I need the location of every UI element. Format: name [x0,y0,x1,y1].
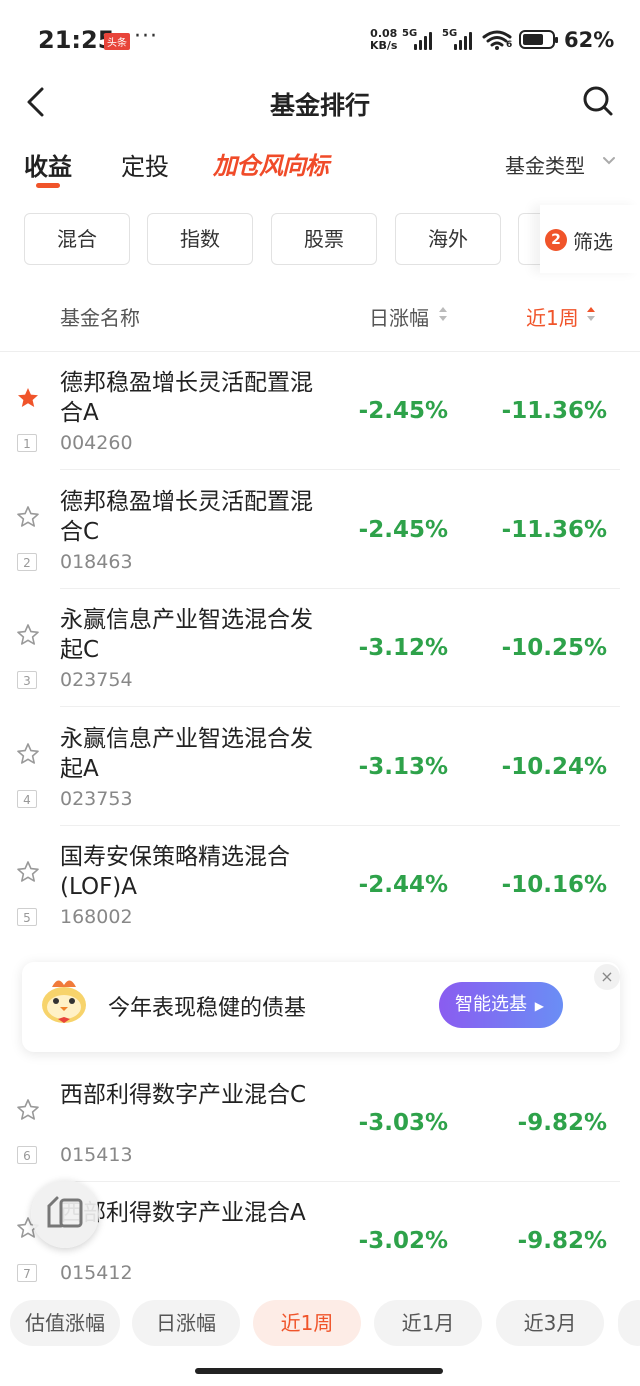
favorite-star-icon[interactable] [16,386,40,410]
fund-row[interactable]: 3 永赢信息产业智选混合发起C 023754 -3.12% -10.25% [0,589,640,707]
floating-window-button[interactable] [31,1180,99,1248]
rank-badge: 1 [17,434,37,452]
filter-count-badge: 2 [545,229,567,251]
pill-month[interactable]: 近1月 [374,1300,482,1346]
fund-code: 018463 [60,551,133,573]
status-time: 21:25 [38,26,115,54]
fund-code: 168002 [60,906,133,928]
fund-row[interactable]: 6 西部利得数字产业混合C 015413 -3.03% -9.82% [0,1064,640,1182]
daily-change-value: -2.45% [358,398,448,424]
news-app-badge: 头条 [104,33,130,50]
floating-window-icon [47,1196,83,1228]
week-change-value: -10.24% [501,754,607,780]
pill-3months[interactable]: 近3月 [496,1300,604,1346]
smart-select-label: 智能选基 [455,994,527,1015]
filter-button[interactable]: 筛选 [573,226,613,255]
network-speed-unit: KB/s [370,39,398,52]
chip-mixed[interactable]: 混合 [24,213,130,265]
daily-change-value: -2.45% [358,517,448,543]
status-bar: 21:25 头条 ··· 0.08 KB/s 5G 5G 6 62% [0,0,640,78]
favorite-star-icon[interactable] [16,1098,40,1122]
rank-badge: 6 [17,1146,37,1164]
battery-icon [519,30,558,49]
home-indicator[interactable] [195,1368,443,1374]
week-change-value: -11.36% [501,517,607,543]
week-change-value: -9.82% [517,1110,607,1136]
fund-name: 西部利得数字产业混合A [60,1200,306,1226]
rank-badge: 7 [17,1264,37,1282]
favorite-star-icon[interactable] [16,623,40,647]
chip-stock[interactable]: 股票 [271,213,377,265]
signal-bars-1-icon [414,30,436,50]
play-arrow-icon: ▶ [534,999,544,1013]
column-week-change[interactable]: 近1周 [526,302,579,331]
fund-code: 004260 [60,432,133,454]
favorite-star-icon[interactable] [16,860,40,884]
fund-code: 015412 [60,1262,133,1284]
fund-code: 015413 [60,1144,133,1166]
daily-change-value: -3.12% [358,635,448,661]
daily-change-value: -2.44% [358,872,448,898]
column-fund-name: 基金名称 [60,306,140,330]
favorite-star-icon[interactable] [16,505,40,529]
pill-daily-change[interactable]: 日涨幅 [132,1300,240,1346]
chip-overseas[interactable]: 海外 [395,213,501,265]
daily-change-value: -3.03% [358,1110,448,1136]
fund-name: 永赢信息产业智选混合发起A [60,726,313,782]
week-change-value: -10.16% [501,872,607,898]
wifi-number: 6 [506,40,513,50]
week-change-value: -11.36% [501,398,607,424]
mascot-icon [42,980,86,1023]
fund-row[interactable]: 1 德邦稳盈增长灵活配置混合A 004260 -2.45% -11.36% [0,352,640,470]
fund-name: 德邦稳盈增长灵活配置混合C [60,489,313,545]
row-divider [60,706,620,707]
rank-badge: 2 [17,553,37,571]
week-change-value: -9.82% [517,1228,607,1254]
daily-change-value: -3.13% [358,754,448,780]
fund-code: 023753 [60,788,133,810]
smart-select-button[interactable]: 智能选基 ▶ [439,982,563,1028]
rank-badge: 3 [17,671,37,689]
promo-text: 今年表现稳健的债基 [108,996,307,1021]
page-title: 基金排行 [269,91,370,120]
battery-percent: 62% [564,28,615,52]
fund-name: 德邦稳盈增长灵活配置混合A [60,370,313,426]
favorite-star-icon[interactable] [16,742,40,766]
pill-week[interactable]: 近1周 [253,1300,361,1346]
column-daily-change[interactable]: 日涨幅 [369,302,429,331]
row-divider [60,469,620,470]
chevron-down-icon [603,157,615,165]
fund-code: 023754 [60,669,133,691]
more-notifications-icon: ··· [134,24,158,49]
fund-name: 永赢信息产业智选混合发起C [60,607,313,663]
fund-row[interactable]: 5 国寿安保策略精选混合(LOF)A 168002 -2.44% -10.16% [0,826,640,944]
sort-week-icon[interactable] [586,306,596,322]
search-icon[interactable] [582,85,614,117]
network-speed: 0.08 KB/s [370,28,397,52]
rank-badge: 5 [17,908,37,926]
tab-auto-invest[interactable]: 定投 [121,147,169,182]
active-tab-indicator [36,183,60,188]
signal-bars-2-icon [454,30,476,50]
tab-returns[interactable]: 收益 [24,147,72,182]
fund-row[interactable]: 2 德邦稳盈增长灵活配置混合C 018463 -2.45% -11.36% [0,471,640,589]
fund-type-dropdown[interactable]: 基金类型 [505,150,585,179]
tab-add-position-indicator[interactable]: 加仓风向标 [213,146,329,181]
fund-name: 国寿安保策略精选混合(LOF)A [60,844,290,900]
daily-change-value: -3.02% [358,1228,448,1254]
chip-index[interactable]: 指数 [147,213,253,265]
fund-row[interactable]: 4 永赢信息产业智选混合发起A 023753 -3.13% -10.24% [0,708,640,826]
pill-estimate-change[interactable]: 估值涨幅 [10,1300,120,1346]
rank-badge: 4 [17,790,37,808]
promo-close-button[interactable]: × [594,964,620,990]
sort-daily-icon[interactable] [438,306,448,322]
week-change-value: -10.25% [501,635,607,661]
fund-name: 西部利得数字产业混合C [60,1082,307,1108]
